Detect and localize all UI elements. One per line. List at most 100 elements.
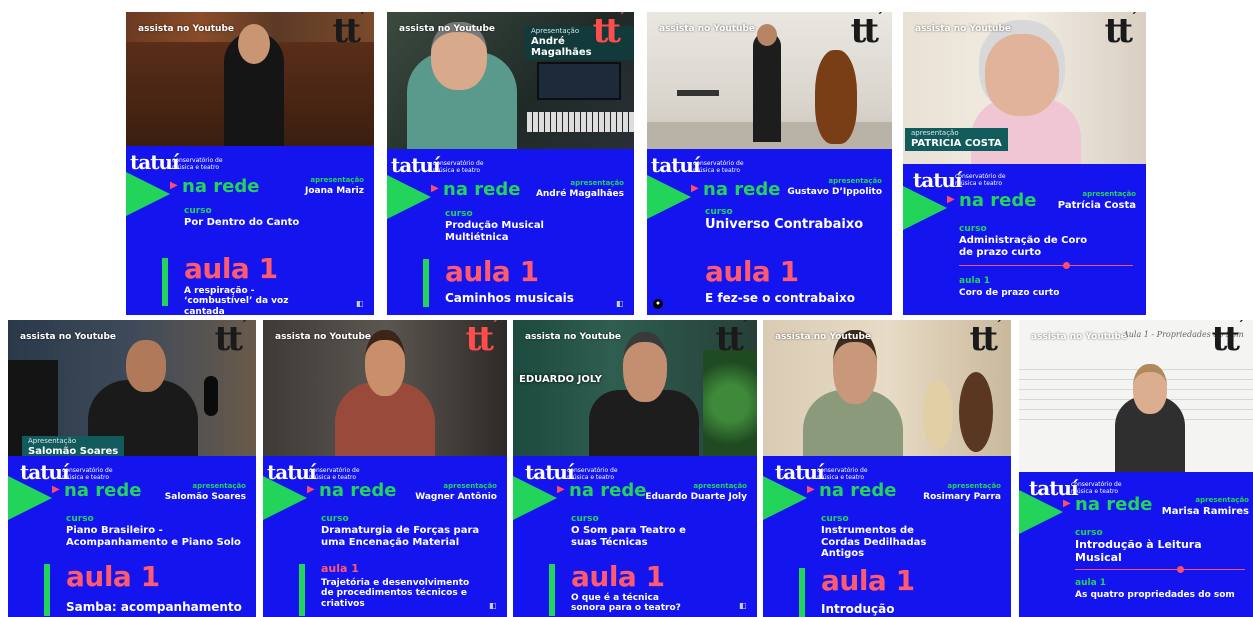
- course-label: curso: [445, 209, 473, 219]
- info-panel: tatuí conservatório de música e teatro ▶…: [263, 456, 507, 617]
- arrow-icon: ▶: [307, 484, 315, 495]
- course-title: Instrumentos de Cordas Dedilhadas Antigo…: [821, 525, 927, 559]
- na-rede-title: na rede: [703, 179, 781, 200]
- play-triangle-icon: [647, 175, 691, 219]
- course-title: O Som para Teatro e suas Técnicas: [571, 525, 686, 548]
- video-card-joana-mariz[interactable]: assista no Youtube tt´ tatuí conservatór…: [126, 12, 374, 315]
- tt-logo: tt´: [332, 12, 366, 51]
- lesson-number: aula 1: [445, 255, 539, 288]
- info-panel: tatuí conservatório de música e teatro ▶…: [1019, 472, 1253, 617]
- presenter-label: apresentação: [947, 482, 1001, 490]
- info-panel: tatuí conservatório de música e teatro ▶…: [387, 149, 634, 315]
- plant-image: [703, 350, 757, 456]
- course-title: Piano Brasileiro - Acompanhamento e Pian…: [66, 525, 241, 548]
- video-card-wagner-antonio[interactable]: assista no Youtube tt´ tatuí conservatór…: [263, 320, 507, 617]
- tt-logo: tt´: [592, 12, 626, 51]
- arrow-icon: ▶: [947, 194, 955, 205]
- lesson-title: A respiração - ‘combustível’ da voz cant…: [184, 286, 289, 315]
- lesson-bar: [423, 259, 429, 307]
- na-rede-title: na rede: [182, 176, 260, 197]
- presenter-face: [985, 34, 1059, 116]
- course-label: curso: [66, 514, 94, 524]
- presenter-label: apresentação: [310, 176, 364, 184]
- presenter-label: apresentação: [192, 482, 246, 490]
- arrow-icon: ▶: [1063, 498, 1071, 509]
- lesson-bar: [162, 258, 168, 306]
- info-panel: tatuí conservatório de música e teatro ▶…: [763, 456, 1011, 617]
- video-card-gustavo-dippolito[interactable]: assista no Youtube tt´ tatuí conservatór…: [647, 12, 892, 315]
- info-panel: tatuí conservatório de música e teatro ▶…: [126, 146, 374, 315]
- tt-logo: tt´: [214, 320, 248, 359]
- video-card-salomao-soares[interactable]: assista no Youtube Apresentação Salomão …: [8, 320, 256, 617]
- arrow-icon: ▶: [691, 183, 699, 194]
- lesson-number: aula 1: [66, 560, 160, 593]
- info-panel: tatuí conservatório de música e teatro ▶…: [513, 456, 757, 617]
- brand-subtitle: conservatório de música e teatro: [693, 160, 744, 174]
- presenter-label: apresentação: [693, 482, 747, 490]
- lesson-title: Trajetória e desenvolvimento de procedim…: [321, 578, 470, 609]
- course-label: curso: [321, 514, 349, 524]
- youtube-label: assista no Youtube: [138, 24, 234, 34]
- lesson-number: aula 1: [705, 255, 799, 288]
- arrow-icon: ▶: [557, 484, 565, 495]
- presenter-tag-label: Apresentação: [28, 437, 77, 445]
- video-card-eduardo-joly[interactable]: assista no Youtube EDUARDO JOLY tt´ tatu…: [513, 320, 757, 617]
- presenter-label: apresentação: [443, 482, 497, 490]
- presenter-face: [757, 24, 777, 46]
- presenter-name: Eduardo Duarte Joly: [645, 492, 747, 502]
- course-label: curso: [1075, 528, 1103, 538]
- presenter-face: [623, 332, 667, 402]
- lesson-bar: [799, 568, 805, 617]
- na-rede-title: na rede: [819, 480, 897, 501]
- presenter-name: Salomão Soares: [164, 492, 246, 502]
- presenter-label: apresentação: [570, 179, 624, 187]
- presenter-name: Patrícia Costa: [1057, 200, 1136, 211]
- video-card-marisa-ramires[interactable]: Aula 1 - Propriedades do Som assista no …: [1019, 320, 1253, 617]
- presenter-name: Rosimary Parra: [923, 492, 1001, 502]
- double-bass-image: [815, 50, 857, 144]
- lesson-bar: [299, 564, 305, 616]
- lesson-title: Introdução: [821, 602, 895, 616]
- play-triangle-icon: [1019, 490, 1063, 534]
- lesson-number: aula 1: [959, 276, 991, 286]
- lesson-bar: [549, 564, 555, 616]
- arrow-icon: ▶: [807, 484, 815, 495]
- course-label: curso: [959, 224, 987, 234]
- presenter-caption: EDUARDO JOLY: [519, 374, 602, 385]
- video-card-patricia-costa[interactable]: assista no Youtube apresentação PATRICIA…: [903, 12, 1146, 315]
- microphone-image: [204, 376, 218, 416]
- na-rede-title: na rede: [64, 480, 142, 501]
- play-triangle-icon: [126, 172, 170, 216]
- info-panel: tatuí conservatório de música e teatro ▶…: [903, 164, 1146, 315]
- youtube-label: assista no Youtube: [659, 24, 755, 34]
- progress-divider: [959, 262, 1133, 269]
- course-label: curso: [571, 514, 599, 524]
- youtube-label: assista no Youtube: [525, 332, 621, 342]
- lesson-title: E fez-se o contrabaixo: [705, 291, 856, 305]
- na-rede-title: na rede: [959, 190, 1037, 211]
- play-triangle-icon: [387, 175, 431, 219]
- na-rede-title: na rede: [1075, 494, 1153, 515]
- youtube-label: assista no Youtube: [399, 24, 495, 34]
- course-title: Introdução à Leitura Musical: [1075, 538, 1202, 564]
- progress-divider: [1075, 566, 1245, 573]
- youtube-label: assista no Youtube: [20, 332, 116, 342]
- presenter-face: [1133, 364, 1167, 414]
- tt-logo: tt´: [969, 320, 1003, 359]
- lute-image-2: [959, 372, 993, 452]
- video-card-rosimary-parra[interactable]: assista no Youtube tt´ tatuí conservatór…: [763, 320, 1011, 617]
- lesson-bar: [44, 564, 50, 616]
- course-label: curso: [705, 207, 733, 217]
- presenter-image: [753, 32, 781, 142]
- course-title: Universo Contrabaixo: [705, 217, 864, 232]
- video-card-andre-magalhaes[interactable]: assista no Youtube Apresentação André Ma…: [387, 12, 634, 315]
- presenter-name: Joana Mariz: [304, 186, 364, 196]
- brand-subtitle: conservatório de música e teatro: [172, 157, 223, 171]
- tt-logo: tt´: [715, 320, 749, 359]
- tt-logo: tt´: [1104, 12, 1138, 51]
- play-triangle-icon: [263, 476, 307, 520]
- user-icon: ●: [653, 299, 663, 309]
- lesson-title: O que é a técnica sonora para o teatro?: [571, 593, 681, 614]
- na-rede-title: na rede: [569, 480, 647, 501]
- presenter-face: [126, 340, 166, 392]
